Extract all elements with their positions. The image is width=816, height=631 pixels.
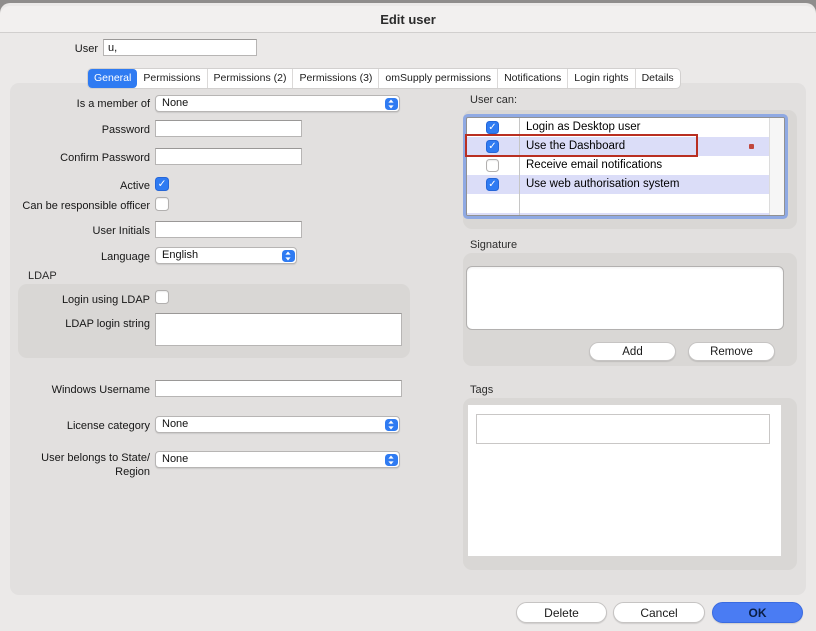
state-region-label-line2: Region [10, 465, 150, 479]
list-item-empty[interactable] [467, 194, 784, 213]
ok-button[interactable]: OK [712, 602, 803, 623]
license-category-label: License category [10, 419, 150, 433]
language-value: English [162, 249, 198, 261]
list-item-empty[interactable] [467, 213, 784, 216]
login-using-ldap-label: Login using LDAP [10, 293, 150, 307]
permission-label: Use the Dashboard [526, 137, 625, 156]
permission-checkbox[interactable] [486, 121, 499, 134]
permission-label: Use web authorisation system [526, 175, 679, 194]
permission-checkbox[interactable] [486, 140, 499, 153]
user-label: User [10, 42, 98, 56]
tab-permissions-2[interactable]: Permissions (2) [207, 69, 293, 88]
list-item-receive-email-notifications[interactable]: Receive email notifications [467, 156, 784, 175]
state-region-label: User belongs to State/ Region [10, 451, 150, 479]
member-of-select[interactable]: None [155, 95, 400, 112]
confirm-password-input[interactable] [155, 148, 302, 165]
signature-label: Signature [470, 239, 517, 252]
language-select[interactable]: English [155, 247, 297, 264]
dropdown-stepper-icon [385, 419, 398, 431]
permission-checkbox[interactable] [486, 159, 499, 172]
user-input[interactable] [103, 39, 257, 56]
edit-user-dialog: Edit user User General Permissions Permi… [0, 3, 816, 631]
login-using-ldap-checkbox[interactable] [155, 290, 169, 304]
user-can-list: Login as Desktop user Use the Dashboard … [466, 117, 785, 216]
responsible-officer-checkbox[interactable] [155, 197, 169, 211]
user-initials-input[interactable] [155, 221, 302, 238]
permission-label: Receive email notifications [526, 156, 662, 175]
ldap-group-label: LDAP [28, 270, 57, 283]
tab-permissions[interactable]: Permissions [137, 69, 206, 88]
language-label: Language [10, 250, 150, 264]
tab-general[interactable]: General [88, 69, 137, 88]
tab-details[interactable]: Details [635, 69, 680, 88]
active-label: Active [10, 179, 150, 193]
dropdown-stepper-icon [282, 250, 295, 262]
dropdown-stepper-icon [385, 454, 398, 466]
annotation-dot [749, 144, 754, 149]
member-of-label: Is a member of [10, 97, 150, 111]
signature-remove-button[interactable]: Remove [688, 342, 775, 361]
member-of-value: None [162, 97, 188, 109]
permission-checkbox[interactable] [486, 178, 499, 191]
windows-username-label: Windows Username [10, 383, 150, 397]
list-column-divider [519, 118, 520, 215]
signature-add-button[interactable]: Add [589, 342, 676, 361]
user-can-rows: Login as Desktop user Use the Dashboard … [467, 118, 784, 216]
tags-input[interactable] [476, 414, 770, 444]
state-region-value: None [162, 453, 188, 465]
list-item-use-web-authorisation-system[interactable]: Use web authorisation system [467, 175, 784, 194]
license-category-select[interactable]: None [155, 416, 400, 433]
tab-notifications[interactable]: Notifications [497, 69, 567, 88]
user-initials-label: User Initials [10, 224, 150, 238]
tags-label: Tags [470, 384, 493, 397]
delete-button[interactable]: Delete [516, 602, 607, 623]
dialog-title: Edit user [380, 12, 436, 27]
state-region-select[interactable]: None [155, 451, 400, 468]
ldap-login-string-input[interactable] [155, 313, 402, 346]
tab-bar: General Permissions Permissions (2) Perm… [88, 69, 680, 88]
ldap-login-string-label: LDAP login string [10, 317, 150, 331]
permission-label: Login as Desktop user [526, 118, 640, 137]
screen: Edit user User General Permissions Permi… [0, 0, 816, 631]
signature-preview-area [466, 266, 784, 330]
list-item-login-as-desktop-user[interactable]: Login as Desktop user [467, 118, 784, 137]
user-can-label: User can: [470, 94, 517, 107]
tab-permissions-3[interactable]: Permissions (3) [292, 69, 378, 88]
list-scrollbar[interactable] [769, 118, 784, 215]
windows-username-input[interactable] [155, 380, 402, 397]
password-input[interactable] [155, 120, 302, 137]
confirm-password-label: Confirm Password [10, 151, 150, 165]
password-label: Password [10, 123, 150, 137]
dropdown-stepper-icon [385, 98, 398, 110]
license-category-value: None [162, 418, 188, 430]
list-item-use-the-dashboard[interactable]: Use the Dashboard [467, 137, 784, 156]
responsible-officer-label: Can be responsible officer [10, 199, 150, 213]
tab-login-rights[interactable]: Login rights [567, 69, 634, 88]
state-region-label-line1: User belongs to State/ [10, 451, 150, 465]
active-checkbox[interactable] [155, 177, 169, 191]
dialog-titlebar[interactable]: Edit user [0, 6, 816, 33]
tab-omsupply-permissions[interactable]: omSupply permissions [378, 69, 497, 88]
cancel-button[interactable]: Cancel [613, 602, 705, 623]
